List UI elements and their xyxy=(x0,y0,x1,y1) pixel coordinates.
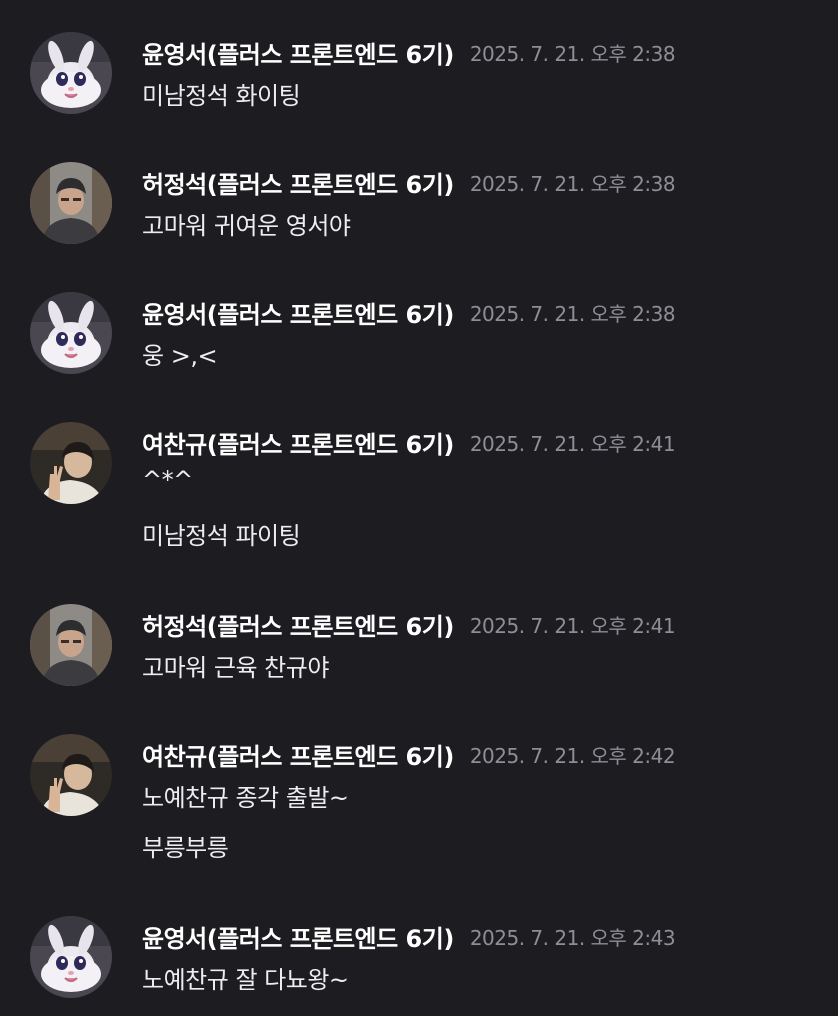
message-header: 윤영서(플러스 프론트엔드 6기) 2025. 7. 21. 오후 2:43 xyxy=(142,916,676,956)
white-bunny-avatar[interactable] xyxy=(30,292,112,374)
message-text: 고마워 귀여운 영서야 xyxy=(142,212,351,240)
bunny-avatar-image xyxy=(30,32,112,114)
bunny-avatar-image xyxy=(30,292,112,374)
author-name[interactable]: 여찬규(플러스 프론트엔드 6기) xyxy=(142,737,454,772)
author-name[interactable]: 윤영서(플러스 프론트엔드 6기) xyxy=(142,295,454,330)
man-beanie-avatar[interactable] xyxy=(30,604,112,686)
message-text: 노예찬규 종각 출발~ xyxy=(142,784,349,812)
message-header: 여찬규(플러스 프론트엔드 6기) 2025. 7. 21. 오후 2:42 xyxy=(142,734,676,774)
message-text: ^*^ xyxy=(142,466,193,494)
message-timestamp: 2025. 7. 21. 오후 2:38 xyxy=(469,301,676,326)
message-timestamp: 2025. 7. 21. 오후 2:41 xyxy=(469,431,676,456)
message-timestamp: 2025. 7. 21. 오후 2:42 xyxy=(469,743,676,768)
message-text: 미남정석 화이팅 xyxy=(142,82,301,110)
author-name[interactable]: 여찬규(플러스 프론트엔드 6기) xyxy=(142,425,454,460)
white-bunny-avatar[interactable] xyxy=(30,32,112,114)
peace-avatar-image xyxy=(30,422,112,504)
message-header: 윤영서(플러스 프론트엔드 6기) 2025. 7. 21. 오후 2:38 xyxy=(142,32,676,72)
message-text: 고마워 근육 찬규야 xyxy=(142,654,329,682)
message-header: 허정석(플러스 프론트엔드 6기) 2025. 7. 21. 오후 2:41 xyxy=(142,604,676,644)
man-beanie-avatar[interactable] xyxy=(30,162,112,244)
message-header: 여찬규(플러스 프론트엔드 6기) 2025. 7. 21. 오후 2:41 xyxy=(142,422,676,462)
message-timestamp: 2025. 7. 21. 오후 2:41 xyxy=(469,613,676,638)
message-text: 미남정석 파이팅 xyxy=(142,522,301,550)
message-text: 웅 >,< xyxy=(142,342,218,370)
bunny-avatar-image xyxy=(30,916,112,998)
message-timestamp: 2025. 7. 21. 오후 2:43 xyxy=(469,925,676,950)
man-avatar-image xyxy=(30,604,112,686)
peace-sign-avatar[interactable] xyxy=(30,734,112,816)
peace-avatar-image xyxy=(30,734,112,816)
author-name[interactable]: 허정석(플러스 프론트엔드 6기) xyxy=(142,165,454,200)
message-text: 노예찬규 잘 다뇨왕~ xyxy=(142,966,349,994)
message-timestamp: 2025. 7. 21. 오후 2:38 xyxy=(469,171,676,196)
message-header: 허정석(플러스 프론트엔드 6기) 2025. 7. 21. 오후 2:38 xyxy=(142,162,676,202)
peace-sign-avatar[interactable] xyxy=(30,422,112,504)
author-name[interactable]: 허정석(플러스 프론트엔드 6기) xyxy=(142,607,454,642)
message-header: 윤영서(플러스 프론트엔드 6기) 2025. 7. 21. 오후 2:38 xyxy=(142,292,676,332)
message-timestamp: 2025. 7. 21. 오후 2:38 xyxy=(469,41,676,66)
author-name[interactable]: 윤영서(플러스 프론트엔드 6기) xyxy=(142,919,454,954)
author-name[interactable]: 윤영서(플러스 프론트엔드 6기) xyxy=(142,35,454,70)
message-text: 부릉부릉 xyxy=(142,834,229,862)
man-avatar-image xyxy=(30,162,112,244)
white-bunny-avatar[interactable] xyxy=(30,916,112,998)
